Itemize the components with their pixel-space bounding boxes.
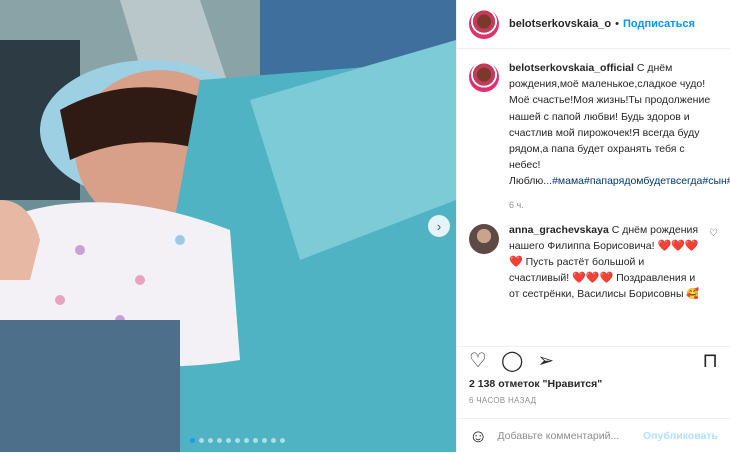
heart-emojis-2: ❤️❤️❤️ <box>572 272 614 285</box>
post-timestamp[interactable]: 6 ЧАСОВ НАЗАД <box>469 396 536 405</box>
heart-icon[interactable]: ♡ <box>469 351 487 371</box>
next-photo-button[interactable]: › <box>428 215 450 237</box>
commenter-avatar[interactable] <box>469 223 499 254</box>
post-sidebar: belotserkovskaia_o • Подписаться belotse… <box>456 0 730 452</box>
carousel-dot <box>262 438 267 443</box>
instagram-post: › belotserkovskaia_o • Подписаться belot… <box>0 0 730 452</box>
chevron-right-icon: › <box>436 218 442 234</box>
smiling-emoji: 🥰 <box>686 288 700 301</box>
carousel-dot <box>253 438 258 443</box>
author-avatar[interactable] <box>469 9 499 39</box>
caption-body: С днём рождения,моё маленькое,сладкое чу… <box>509 62 711 188</box>
caption-hashtags[interactable]: #мама#папарядомбудетвсегда#сын#1годик#сы… <box>552 175 730 187</box>
add-comment-bar: ☺ Добавьте комментарий... Опубликовать <box>457 418 730 453</box>
carousel-dot <box>190 438 195 443</box>
caption: belotserkovskaia_official С днём рождени… <box>457 60 730 210</box>
carousel-dot <box>244 438 249 443</box>
comments-section: belotserkovskaia_official С днём рождени… <box>457 60 730 344</box>
comment-item: anna_grachevskaya С днём рождения нашего… <box>457 222 730 303</box>
carousel-dot <box>208 438 213 443</box>
caption-author[interactable]: belotserkovskaia_official <box>509 62 634 74</box>
carousel-dot <box>217 438 222 443</box>
comment-like-heart-icon[interactable]: ♡ <box>709 228 718 303</box>
author-username[interactable]: belotserkovskaia_o <box>509 18 611 30</box>
carousel-dot <box>280 438 285 443</box>
comment-author[interactable]: anna_grachevskaya <box>509 224 609 236</box>
caption-author-avatar[interactable] <box>469 62 499 92</box>
follow-button[interactable]: Подписаться <box>623 18 695 30</box>
carousel-indicator <box>190 438 285 443</box>
photo-illustration <box>0 0 456 452</box>
action-bar: ♡ ◯ ➢ ⊓ <box>457 346 730 375</box>
caption-text: belotserkovskaia_official С днём рождени… <box>509 60 730 190</box>
post-photo[interactable]: › <box>0 0 456 452</box>
smile-icon[interactable]: ☺ <box>469 426 487 447</box>
post-header: belotserkovskaia_o • Подписаться <box>457 0 730 49</box>
bookmark-icon[interactable]: ⊓ <box>702 351 718 371</box>
separator-dot: • <box>615 18 619 30</box>
publish-button[interactable]: Опубликовать <box>643 430 718 442</box>
carousel-dot <box>271 438 276 443</box>
carousel-dot <box>235 438 240 443</box>
comment-text: anna_grachevskaya С днём рождения нашего… <box>509 222 703 303</box>
likes-count[interactable]: 2 138 отметок "Нравится" <box>469 378 602 390</box>
comment-icon[interactable]: ◯ <box>501 351 523 371</box>
carousel-dot <box>199 438 204 443</box>
comment-input[interactable]: Добавьте комментарий... <box>497 430 643 442</box>
caption-time[interactable]: 6 ч. <box>509 200 713 210</box>
share-icon[interactable]: ➢ <box>537 351 554 371</box>
carousel-dot <box>226 438 231 443</box>
